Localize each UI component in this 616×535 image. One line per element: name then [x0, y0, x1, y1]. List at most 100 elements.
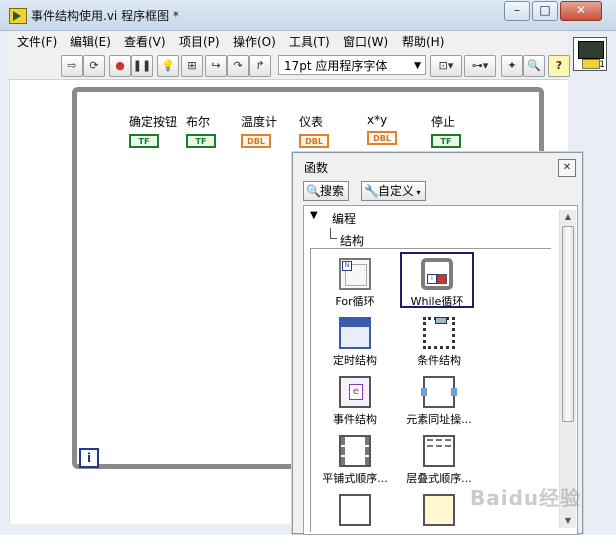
- palette-item-label: 元素同址操...: [406, 413, 472, 426]
- chevron-down-icon: ▼: [414, 61, 421, 71]
- palette-item-timed-structure[interactable]: 定时结构: [313, 317, 397, 368]
- menu-operate[interactable]: 操作(O): [233, 33, 276, 50]
- terminal-label: 仪表: [299, 115, 324, 129]
- step-into-icon[interactable]: ↪: [205, 55, 227, 77]
- menu-tools[interactable]: 工具(T): [289, 33, 330, 50]
- palette-search-button[interactable]: 🔍搜索: [303, 181, 350, 201]
- functions-palette[interactable]: 函数 ✕ 🔍搜索 🔧自定义 ▾ ▼ 编程 结构 ▲ ▼ N For循环 i Wh…: [292, 152, 583, 535]
- align-objects-icon[interactable]: ⊡▾: [430, 55, 462, 77]
- palette-item-event-structure[interactable]: e 事件结构: [313, 376, 397, 427]
- menu-bar: 文件(F) 编辑(E) 查看(V) 项目(P) 操作(O) 工具(T) 窗口(W…: [9, 31, 567, 51]
- font-select[interactable]: 17pt 应用程序字体 ▼: [278, 55, 426, 75]
- palette-item-stacked-sequence[interactable]: 层叠式顺序...: [397, 435, 481, 486]
- window-title: 事件结构使用.vi 程序框图 *: [31, 9, 179, 23]
- vi-icon-pane[interactable]: 1: [573, 37, 607, 71]
- menu-project[interactable]: 项目(P): [179, 33, 220, 50]
- palette-customize-button[interactable]: 🔧自定义 ▾: [361, 181, 426, 201]
- terminal-label: 温度计: [241, 115, 278, 129]
- palette-title: 函数: [304, 161, 329, 175]
- terminal-label: x*y: [367, 113, 388, 127]
- font-select-value: 17pt 应用程序字体: [284, 59, 388, 73]
- abort-icon[interactable]: ●: [109, 55, 131, 77]
- case-structure-icon: [423, 317, 455, 349]
- palette-item-case-structure[interactable]: 条件结构: [397, 317, 481, 368]
- stacked-sequence-icon: [423, 435, 455, 467]
- palette-scrollbar[interactable]: ▲ ▼: [559, 210, 576, 528]
- boolean-terminal-icon: TF: [129, 134, 159, 148]
- close-icon[interactable]: ✕: [558, 159, 576, 177]
- terminal-label: 停止: [431, 115, 456, 129]
- search-icon: 🔍: [306, 184, 321, 198]
- vi-icon-screen: [578, 41, 604, 59]
- palette-item-label: For循环: [335, 295, 375, 308]
- for-loop-icon: N: [339, 258, 371, 290]
- palette-item-flat-sequence[interactable]: 平铺式顺序...: [313, 435, 397, 486]
- step-out-icon[interactable]: ↱: [249, 55, 271, 77]
- palette-item-for-loop[interactable]: N For循环: [313, 258, 397, 309]
- vi-icon-graphic: [582, 59, 600, 69]
- scroll-thumb[interactable]: [562, 226, 574, 422]
- chevron-down-icon: ▾: [414, 188, 421, 197]
- palette-item-label: 平铺式顺序...: [322, 472, 388, 485]
- toolbar: ⇨ ⟳ ● ❚❚ 💡 ⊞ ↪ ↷ ↱ 17pt 应用程序字体 ▼ ⊡▾ ⊶▾ ✦…: [9, 51, 570, 80]
- customize-button-label: 自定义: [378, 184, 415, 198]
- terminal-thermometer[interactable]: 温度计 DBL: [241, 113, 277, 148]
- mathscript-node-icon: [423, 494, 455, 526]
- minimize-button[interactable]: –: [504, 1, 530, 21]
- dbl-terminal-icon: DBL: [367, 131, 397, 145]
- terminal-boolean[interactable]: 布尔 TF: [186, 113, 216, 148]
- distribute-objects-icon[interactable]: ⊶▾: [464, 55, 496, 77]
- boolean-terminal-icon: TF: [431, 134, 461, 148]
- run-continuously-icon[interactable]: ⟳: [83, 55, 105, 77]
- terminal-x-times-y[interactable]: x*y DBL: [367, 113, 397, 145]
- menu-window[interactable]: 窗口(W): [343, 33, 388, 50]
- tree-subcategory[interactable]: 结构: [340, 232, 364, 249]
- terminal-label: 确定按钮: [129, 115, 178, 129]
- step-over-icon[interactable]: ↷: [227, 55, 249, 77]
- in-place-element-icon: [421, 376, 457, 408]
- wrench-icon: 🔧: [364, 184, 379, 198]
- timed-structure-icon: [339, 317, 371, 349]
- clean-up-diagram-icon[interactable]: ✦: [501, 55, 523, 77]
- terminal-stop[interactable]: 停止 TF: [431, 113, 461, 148]
- terminal-label: 布尔: [186, 115, 211, 129]
- iteration-terminal[interactable]: i: [79, 448, 99, 468]
- terminal-ok-button[interactable]: 确定按钮 TF: [129, 113, 177, 148]
- palette-item-label: While循环: [410, 295, 464, 308]
- scroll-down-icon[interactable]: ▼: [562, 516, 574, 526]
- retain-wire-values-icon[interactable]: ⊞: [181, 55, 203, 77]
- watermark: Baidu经验: [470, 486, 582, 510]
- menu-help[interactable]: 帮助(H): [402, 33, 444, 50]
- pause-icon[interactable]: ❚❚: [131, 55, 153, 77]
- palette-item-mathscript-node[interactable]: [397, 494, 481, 529]
- palette-item-label: 条件结构: [417, 354, 461, 367]
- maximize-button[interactable]: □: [532, 1, 558, 21]
- menu-edit[interactable]: 编辑(E): [70, 33, 111, 50]
- close-button[interactable]: ✕: [560, 1, 602, 21]
- menu-view[interactable]: 查看(V): [124, 33, 166, 50]
- context-help-icon[interactable]: ?: [548, 55, 570, 77]
- run-arrow-icon[interactable]: ⇨: [61, 55, 83, 77]
- palette-item-formula-node[interactable]: [313, 494, 397, 529]
- search-icon[interactable]: 🔍: [523, 55, 545, 77]
- scroll-up-icon[interactable]: ▲: [562, 212, 574, 222]
- menu-file[interactable]: 文件(F): [17, 33, 57, 50]
- labview-vi-icon: [9, 8, 27, 24]
- palette-item-while-loop[interactable]: i While循环: [400, 252, 474, 308]
- dbl-terminal-icon: DBL: [241, 134, 271, 148]
- vi-icon-number: 1: [599, 60, 605, 70]
- search-button-label: 搜索: [320, 184, 345, 198]
- formula-node-icon: [339, 494, 371, 526]
- terminal-meter[interactable]: 仪表 DBL: [299, 113, 329, 148]
- event-structure-icon: e: [339, 376, 371, 408]
- tree-category[interactable]: 编程: [332, 210, 356, 227]
- boolean-terminal-icon: TF: [186, 134, 216, 148]
- flat-sequence-icon: [339, 435, 371, 467]
- tree-expand-icon[interactable]: ▼: [310, 210, 318, 221]
- while-loop-icon: i: [421, 258, 453, 290]
- highlight-execution-icon[interactable]: 💡: [157, 55, 179, 77]
- palette-item-label: 事件结构: [333, 413, 377, 426]
- tree-connector: [330, 228, 337, 239]
- palette-item-in-place-element[interactable]: 元素同址操...: [397, 376, 481, 427]
- palette-item-label: 层叠式顺序...: [406, 472, 472, 485]
